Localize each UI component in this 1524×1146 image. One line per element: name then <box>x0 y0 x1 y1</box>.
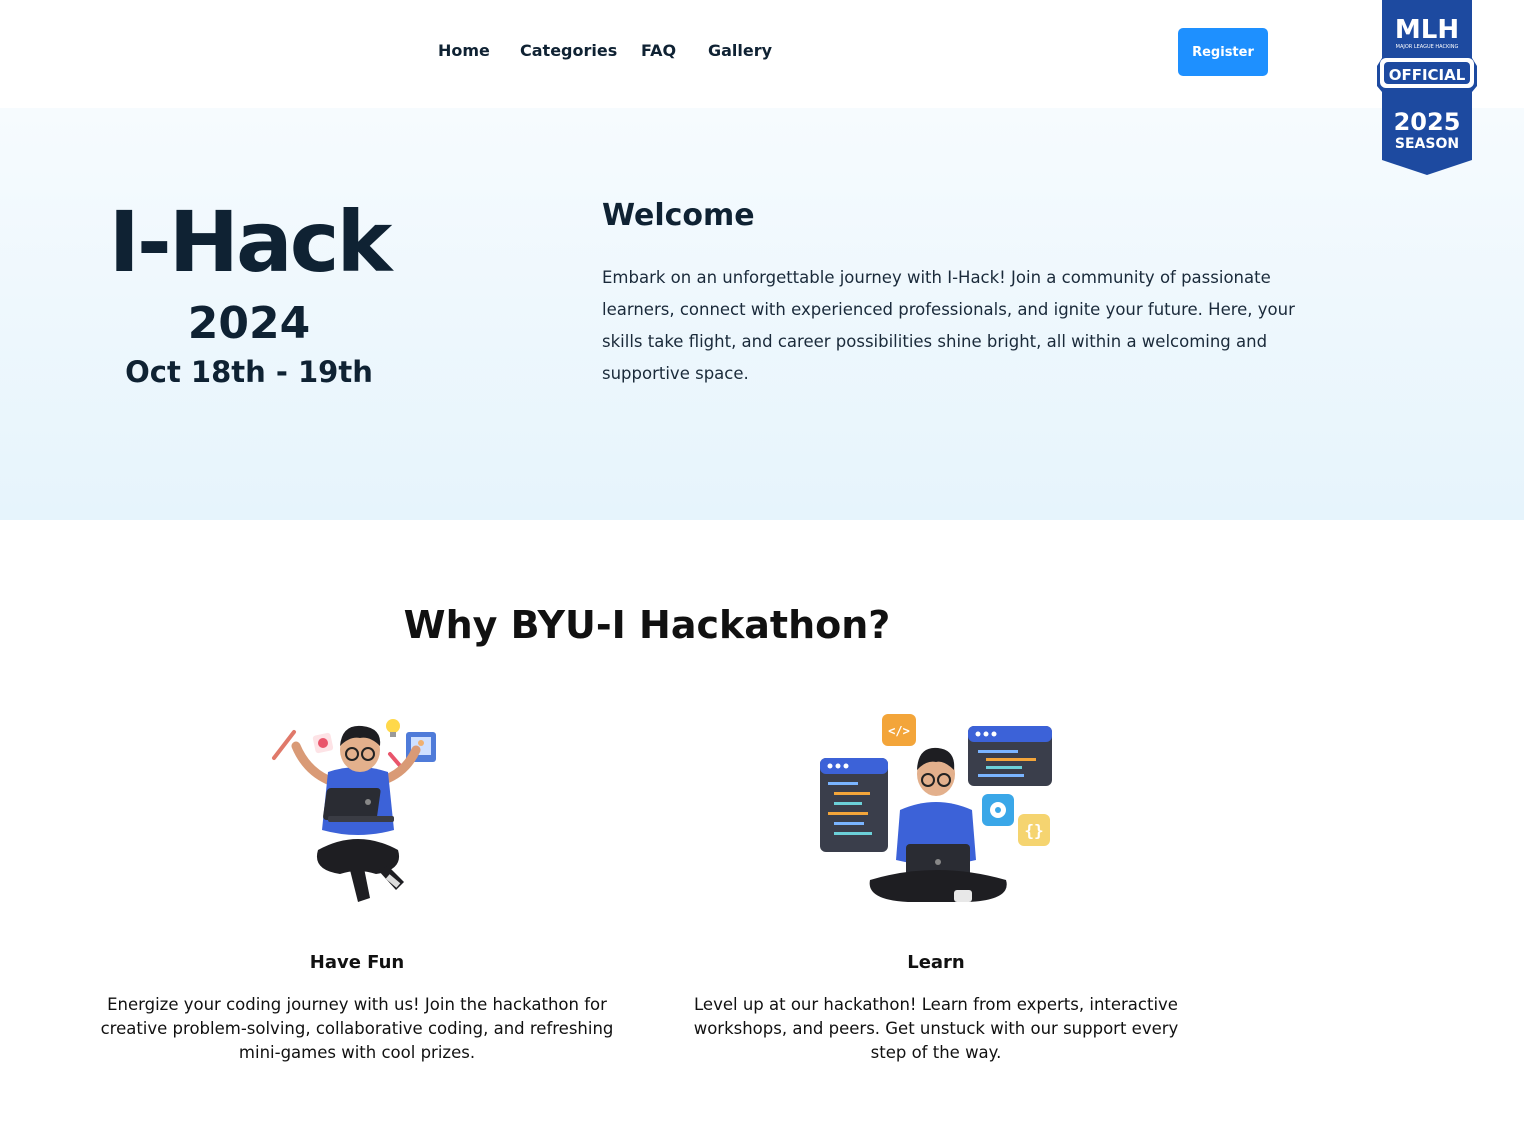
badge-official-text: OFFICIAL <box>1389 66 1466 84</box>
feature-text-learn: Level up at our hackathon! Learn from ex… <box>693 995 1179 1062</box>
svg-text:</>: </> <box>888 724 910 738</box>
why-section-title: Why BYU-I Hackathon? <box>403 603 891 647</box>
nav-categories-link[interactable]: Categories <box>520 41 617 60</box>
register-button[interactable]: Register <box>1178 28 1268 76</box>
nav-home-link[interactable]: Home <box>438 41 490 60</box>
creative-person-illustration <box>272 719 436 902</box>
mlh-official-badge[interactable]: MLH MAJOR LEAGUE HACKING OFFICIAL 2025 S… <box>1376 0 1478 176</box>
hero-year: 2024 <box>187 298 311 349</box>
hero-dates: Oct 18th - 19th <box>125 355 373 389</box>
badge-season-text: SEASON <box>1395 136 1459 152</box>
top-navigation: Home Categories FAQ Gallery Register <box>0 0 1524 108</box>
welcome-heading: Welcome <box>602 198 755 233</box>
badge-year-text: 2025 <box>1394 108 1461 136</box>
feature-title-learn: Learn <box>907 952 965 973</box>
feature-text-have-fun: Energize your coding journey with us! Jo… <box>100 995 614 1062</box>
badge-mlh-text: MLH <box>1395 15 1459 45</box>
svg-text:{}: {} <box>1024 821 1043 840</box>
hero-title: I-Hack <box>108 193 393 291</box>
welcome-paragraph: Embark on an unforgettable journey with … <box>602 268 1295 383</box>
nav-gallery-link[interactable]: Gallery <box>708 41 772 60</box>
coding-person-illustration: </> {} <box>820 714 1052 902</box>
nav-faq-link[interactable]: FAQ <box>641 41 676 60</box>
feature-title-have-fun: Have Fun <box>309 952 405 973</box>
badge-tagline-text: MAJOR LEAGUE HACKING <box>1396 44 1459 50</box>
